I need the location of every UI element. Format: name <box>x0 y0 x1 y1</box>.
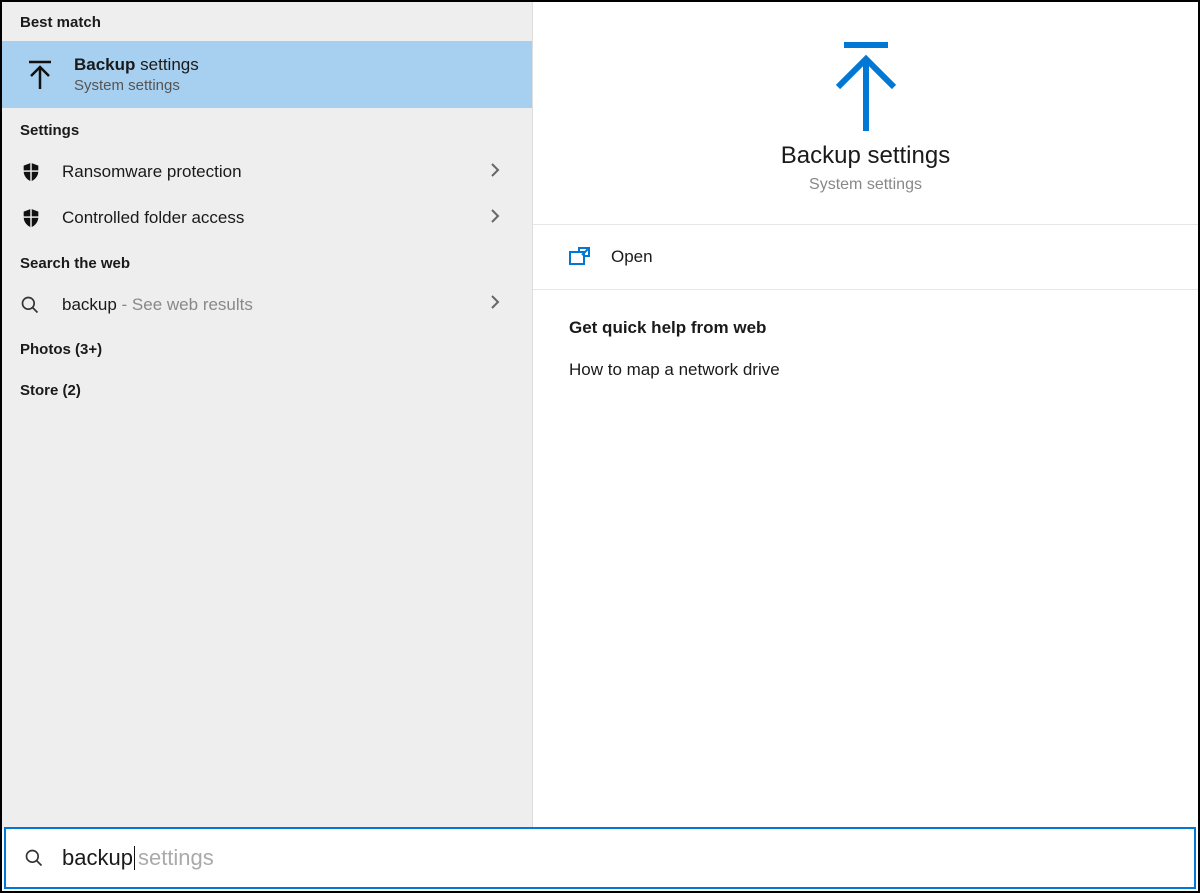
settings-result-controlled-folder[interactable]: Controlled folder access <box>2 195 532 241</box>
store-header[interactable]: Store (2) <box>2 368 532 409</box>
settings-header: Settings <box>2 108 532 149</box>
backup-arrow-icon <box>20 59 60 91</box>
preview-title: Backup settings <box>553 142 1178 170</box>
best-match-subtitle: System settings <box>74 77 199 94</box>
search-input[interactable]: backupsettings <box>4 827 1196 889</box>
search-web-header: Search the web <box>2 241 532 282</box>
text-cursor <box>134 846 135 870</box>
open-action[interactable]: Open <box>533 224 1198 290</box>
open-label: Open <box>611 247 653 267</box>
result-label: Ransomware protection <box>62 162 490 182</box>
preview-panel: Backup settings System settings Open Get… <box>533 2 1198 830</box>
search-autocomplete-ghost: settings <box>138 845 214 871</box>
search-icon <box>24 848 48 868</box>
photos-header[interactable]: Photos (3+) <box>2 327 532 368</box>
shield-icon <box>20 161 52 183</box>
results-panel: Best match Backup settings System settin… <box>2 2 533 830</box>
result-label: Controlled folder access <box>62 208 490 228</box>
shield-icon <box>20 207 52 229</box>
result-label: backup - See web results <box>62 295 490 315</box>
preview-subtitle: System settings <box>553 176 1178 194</box>
chevron-right-icon <box>490 208 514 229</box>
quick-help-header: Get quick help from web <box>569 318 1162 338</box>
best-match-result[interactable]: Backup settings System settings <box>2 41 532 108</box>
best-match-title: Backup settings <box>74 55 199 75</box>
search-typed-text: backup <box>62 845 133 871</box>
best-match-header: Best match <box>2 2 532 41</box>
search-icon <box>20 295 52 315</box>
chevron-right-icon <box>490 162 514 183</box>
chevron-right-icon <box>490 294 514 315</box>
quick-help-link[interactable]: How to map a network drive <box>569 360 1162 380</box>
web-result-backup[interactable]: backup - See web results <box>2 282 532 327</box>
open-icon <box>569 247 593 267</box>
settings-result-ransomware[interactable]: Ransomware protection <box>2 149 532 195</box>
backup-arrow-icon <box>821 42 911 132</box>
